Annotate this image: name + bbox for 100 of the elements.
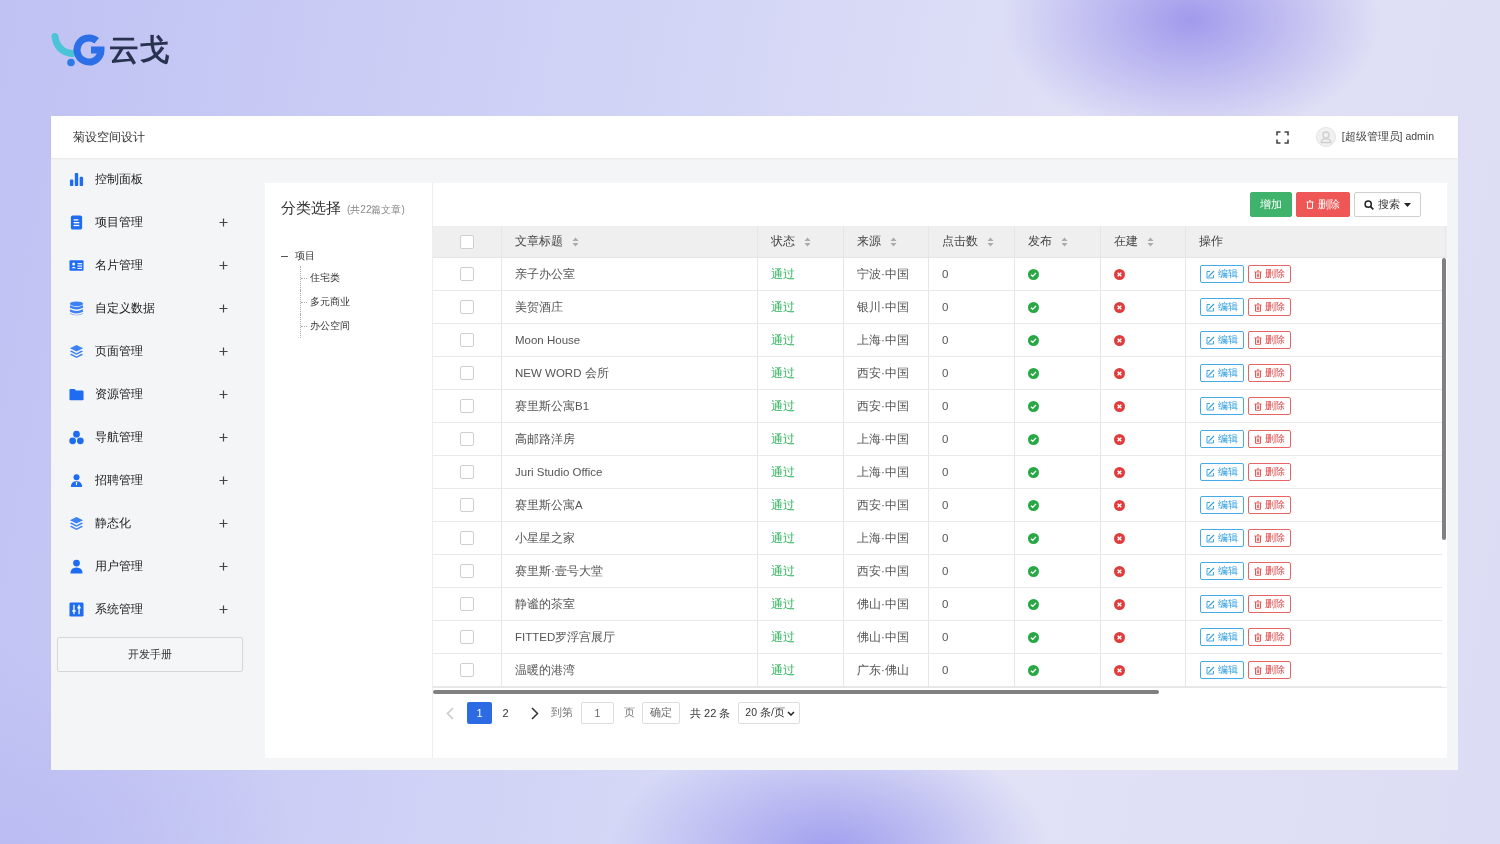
column-header[interactable]: 点击数 <box>942 234 994 249</box>
sidebar-item[interactable]: 资源管理 <box>69 386 219 403</box>
tree-item[interactable]: 办公空间 <box>300 314 352 338</box>
delete-button[interactable]: 删除 <box>1248 397 1291 415</box>
plus-icon[interactable] <box>219 261 228 270</box>
row-checkbox[interactable] <box>460 465 474 479</box>
column-header[interactable]: 来源 <box>857 234 897 249</box>
sidebar-item[interactable]: 招聘管理 <box>69 472 219 489</box>
tree-item[interactable]: 住宅类 <box>300 266 342 290</box>
delete-button[interactable]: 删除 <box>1248 364 1291 382</box>
delete-button[interactable]: 删除 <box>1248 463 1291 481</box>
row-checkbox[interactable] <box>460 399 474 413</box>
row-checkbox[interactable] <box>460 333 474 347</box>
edit-button[interactable]: 编辑 <box>1200 529 1244 547</box>
edit-icon <box>1206 566 1215 576</box>
column-header[interactable]: 状态 <box>771 234 811 249</box>
user-icon <box>69 559 84 574</box>
sort-icon[interactable] <box>804 236 811 247</box>
edit-button[interactable]: 编辑 <box>1200 628 1244 646</box>
edit-button[interactable]: 编辑 <box>1200 463 1244 481</box>
row-checkbox[interactable] <box>460 531 474 545</box>
page-input[interactable]: 1 <box>581 702 614 724</box>
edit-button[interactable]: 编辑 <box>1200 298 1244 316</box>
sidebar-item[interactable]: 静态化 <box>69 515 219 532</box>
row-checkbox[interactable] <box>460 366 474 380</box>
edit-button[interactable]: 编辑 <box>1200 595 1244 613</box>
plus-icon[interactable] <box>219 390 228 399</box>
sort-icon[interactable] <box>987 236 994 247</box>
status-text: 通过 <box>771 299 795 315</box>
table-cell: 西安·中国 <box>857 398 909 414</box>
chevron-right-icon[interactable] <box>531 706 539 720</box>
delete-button[interactable]: 删除 <box>1248 529 1291 547</box>
sort-icon[interactable] <box>572 236 579 247</box>
plus-icon[interactable] <box>219 304 228 313</box>
sidebar-item[interactable]: 名片管理 <box>69 257 219 274</box>
search-button[interactable]: 搜索 <box>1354 192 1421 217</box>
delete-button[interactable]: 删除 <box>1248 562 1291 580</box>
row-checkbox[interactable] <box>460 663 474 677</box>
sidebar-item[interactable]: 控制面板 <box>69 171 228 188</box>
sidebar-item[interactable]: 项目管理 <box>69 214 219 231</box>
row-checkbox[interactable] <box>460 498 474 512</box>
column-header[interactable]: 在建 <box>1114 234 1154 249</box>
delete-button[interactable]: 删除 <box>1248 265 1291 283</box>
row-checkbox[interactable] <box>460 564 474 578</box>
delete-button[interactable]: 删除 <box>1296 192 1350 217</box>
sort-icon[interactable] <box>1061 236 1068 247</box>
sidebar-item[interactable]: 自定义数据 <box>69 300 219 317</box>
add-button[interactable]: 增加 <box>1250 192 1292 217</box>
page-size-select[interactable]: 20 条/页 <box>738 702 801 724</box>
table-cell: 美贺酒庄 <box>515 299 563 315</box>
table-cell: 佛山·中国 <box>857 596 909 612</box>
delete-button[interactable]: 删除 <box>1248 496 1291 514</box>
confirm-button[interactable]: 确定 <box>642 702 680 724</box>
tree-item[interactable]: 多元商业 <box>300 290 352 314</box>
edit-button[interactable]: 编辑 <box>1200 397 1244 415</box>
page-button[interactable]: 1 <box>467 702 492 724</box>
row-checkbox[interactable] <box>460 630 474 644</box>
plus-icon[interactable] <box>219 347 228 356</box>
row-checkbox[interactable] <box>460 432 474 446</box>
plus-icon[interactable] <box>219 218 228 227</box>
sidebar-item[interactable]: 用户管理 <box>69 558 219 575</box>
delete-button[interactable]: 删除 <box>1248 298 1291 316</box>
select-all-checkbox[interactable] <box>460 234 474 249</box>
delete-button[interactable]: 删除 <box>1248 661 1291 679</box>
scrollbar-thumb[interactable] <box>433 689 1159 694</box>
column-header[interactable]: 发布 <box>1028 234 1068 249</box>
scrollbar-thumb[interactable] <box>1442 258 1446 540</box>
plus-icon[interactable] <box>219 605 228 614</box>
sidebar-item[interactable]: 页面管理 <box>69 343 219 360</box>
fullscreen-icon[interactable] <box>1275 130 1289 144</box>
edit-button[interactable]: 编辑 <box>1200 364 1244 382</box>
plus-icon[interactable] <box>219 433 228 442</box>
tree-item[interactable]: 项目 <box>295 249 315 263</box>
manual-button[interactable]: 开发手册 <box>57 637 243 672</box>
edit-button[interactable]: 编辑 <box>1200 496 1244 514</box>
page-button[interactable]: 2 <box>493 702 518 724</box>
edit-button[interactable]: 编辑 <box>1200 331 1244 349</box>
delete-button[interactable]: 删除 <box>1248 331 1291 349</box>
row-checkbox[interactable] <box>460 597 474 611</box>
article-count: (共22篇文章) <box>347 203 405 217</box>
sidebar-item[interactable]: 系统管理 <box>69 601 219 618</box>
edit-icon <box>1206 665 1215 675</box>
delete-button[interactable]: 删除 <box>1248 628 1291 646</box>
row-checkbox[interactable] <box>460 300 474 314</box>
edit-icon <box>1206 599 1215 609</box>
sidebar-item[interactable]: 导航管理 <box>69 429 219 446</box>
plus-icon[interactable] <box>219 562 228 571</box>
edit-button[interactable]: 编辑 <box>1200 430 1244 448</box>
plus-icon[interactable] <box>219 519 228 528</box>
edit-button[interactable]: 编辑 <box>1200 661 1244 679</box>
delete-button[interactable]: 删除 <box>1248 595 1291 613</box>
delete-button[interactable]: 删除 <box>1248 430 1291 448</box>
edit-button[interactable]: 编辑 <box>1200 265 1244 283</box>
plus-icon[interactable] <box>219 476 228 485</box>
sort-icon[interactable] <box>1147 236 1154 247</box>
edit-button[interactable]: 编辑 <box>1200 562 1244 580</box>
row-checkbox[interactable] <box>460 267 474 281</box>
sort-icon[interactable] <box>890 236 897 247</box>
avatar-icon[interactable] <box>1315 127 1336 147</box>
column-header[interactable]: 文章标题 <box>515 234 579 249</box>
